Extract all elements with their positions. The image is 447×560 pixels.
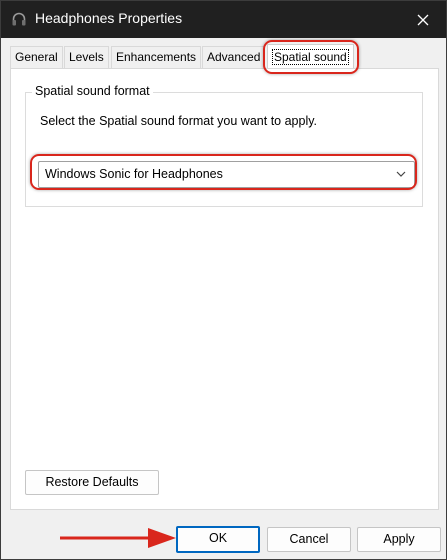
chevron-down-icon: [396, 171, 406, 177]
properties-window: Headphones Properties General Levels Enh…: [0, 0, 447, 560]
restore-defaults-button[interactable]: Restore Defaults: [25, 470, 159, 495]
tab-enhancements-label: Enhancements: [116, 50, 197, 64]
spatial-format-dropdown[interactable]: Windows Sonic for Headphones: [38, 161, 415, 188]
spatial-sound-panel: Spatial sound format Select the Spatial …: [10, 68, 439, 510]
tab-spatial-sound[interactable]: Spatial sound: [267, 44, 354, 69]
group-description: Select the Spatial sound format you want…: [40, 114, 318, 128]
tab-advanced-label: Advanced: [207, 50, 261, 64]
restore-defaults-label: Restore Defaults: [45, 475, 139, 489]
close-button[interactable]: [400, 1, 446, 38]
tab-general-label: General: [15, 50, 58, 64]
cancel-button[interactable]: Cancel: [267, 527, 351, 552]
window-title: Headphones Properties: [35, 10, 183, 26]
title-bar: Headphones Properties: [1, 1, 446, 38]
group-title: Spatial sound format: [32, 84, 153, 98]
headphones-icon: [12, 12, 26, 26]
spatial-format-group: Spatial sound format Select the Spatial …: [25, 84, 423, 207]
tab-levels[interactable]: Levels: [64, 46, 109, 68]
close-icon: [417, 14, 429, 25]
ok-button[interactable]: OK: [176, 526, 260, 553]
spatial-format-value: Windows Sonic for Headphones: [45, 167, 223, 181]
tab-general[interactable]: General: [10, 46, 63, 68]
ok-label: OK: [208, 531, 228, 545]
tab-spatial-sound-label: Spatial sound: [272, 49, 349, 65]
tab-enhancements[interactable]: Enhancements: [111, 46, 202, 68]
tab-levels-label: Levels: [69, 50, 104, 64]
apply-button[interactable]: Apply: [357, 527, 441, 552]
cancel-label: Cancel: [289, 532, 329, 546]
tab-advanced[interactable]: Advanced: [202, 46, 266, 68]
apply-label: Apply: [383, 532, 415, 546]
